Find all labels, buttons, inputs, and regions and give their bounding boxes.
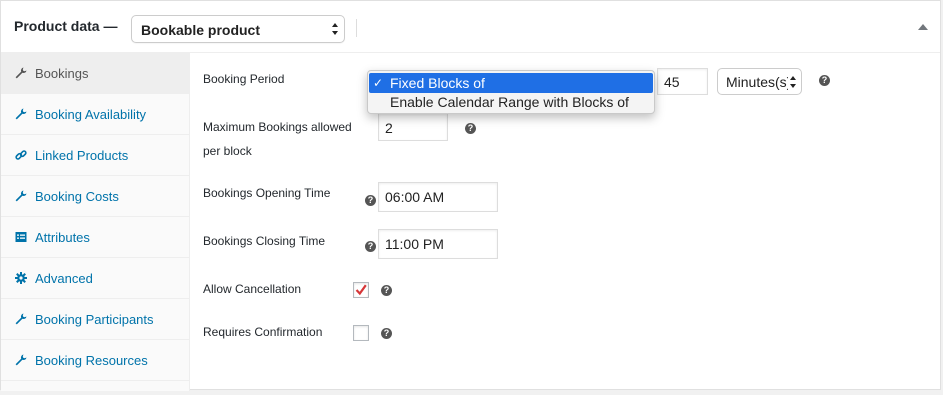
wrench-icon [15, 67, 27, 79]
max-bookings-help-icon[interactable]: ? [465, 123, 476, 134]
panel-header: Product data — Bookable product [1, 1, 940, 53]
tab-label: Booking Availability [35, 107, 147, 122]
tab-booking-resources[interactable]: Booking Resources [1, 340, 190, 381]
booking-period-dropdown[interactable]: ✓ Fixed Blocks of Enable Calendar Range … [367, 70, 655, 114]
tab-booking-availability[interactable]: Booking Availability [1, 94, 190, 135]
max-bookings-value: 2 [385, 120, 393, 136]
tab-booking-costs[interactable]: Booking Costs [1, 176, 190, 217]
tab-advanced[interactable]: Advanced [1, 258, 190, 299]
tab-label: Booking Costs [35, 189, 119, 204]
tab-label: Advanced [35, 271, 93, 286]
booking-period-help-icon[interactable]: ? [819, 75, 830, 86]
tab-bookings[interactable]: Bookings [1, 53, 190, 94]
tab-label: Attributes [35, 230, 90, 245]
opening-time-label: Bookings Opening Time [203, 186, 331, 200]
header-divider [356, 19, 357, 37]
closing-time-label: Bookings Closing Time [203, 234, 326, 248]
link-icon [15, 150, 27, 160]
booking-duration-value: 45 [664, 74, 680, 90]
allow-cancellation-help-icon[interactable]: ? [381, 285, 392, 296]
wrench-icon [15, 354, 27, 366]
requires-confirmation-checkbox[interactable] [353, 325, 369, 341]
max-bookings-label: Maximum Bookings allowed [203, 120, 352, 134]
product-data-tabs: Bookings Booking Availability Linked Pro… [1, 53, 190, 391]
booking-duration-input[interactable]: 45 [657, 68, 708, 95]
closing-time-value: 11:00 PM [385, 236, 444, 252]
tab-label: Booking Participants [35, 312, 154, 327]
selected-check-icon: ✓ [373, 76, 384, 90]
select-arrows-icon [332, 23, 338, 35]
collapse-toggle-icon[interactable] [918, 23, 928, 31]
panel-title: Product data — [14, 18, 118, 34]
booking-unit-select[interactable]: Minutes(s) [717, 68, 802, 95]
allow-cancellation-checkbox[interactable] [353, 282, 369, 298]
allow-cancellation-label: Allow Cancellation [203, 282, 302, 296]
booking-period-option-fixed[interactable]: ✓ Fixed Blocks of [369, 73, 653, 93]
tab-linked-products[interactable]: Linked Products [1, 135, 190, 176]
tab-label: Linked Products [35, 148, 129, 163]
option-label: Fixed Blocks of [390, 75, 485, 91]
tab-attributes[interactable]: Attributes [1, 217, 190, 258]
booking-unit-value: Minutes(s) [726, 74, 788, 90]
list-icon [15, 232, 27, 242]
option-label: Enable Calendar Range with Blocks of [390, 94, 629, 110]
gear-icon [15, 272, 27, 284]
booking-period-option-calendar-range[interactable]: Enable Calendar Range with Blocks of [369, 92, 653, 112]
wrench-icon [15, 190, 27, 202]
product-type-select[interactable]: Bookable product [131, 15, 345, 43]
closing-time-input[interactable]: 11:00 PM [378, 229, 498, 259]
max-bookings-label-cont: per block [203, 144, 252, 158]
max-bookings-input[interactable]: 2 [378, 113, 448, 141]
requires-confirmation-label: Requires Confirmation [203, 325, 323, 339]
opening-time-value: 06:00 AM [385, 189, 445, 205]
wrench-icon [15, 313, 27, 325]
tab-label: Booking Resources [35, 353, 148, 368]
closing-time-help-icon[interactable]: ? [365, 241, 376, 252]
product-data-panel: Product data — Bookable product Bookings… [0, 0, 941, 391]
product-type-value: Bookable product [141, 22, 261, 38]
booking-period-label: Booking Period [203, 72, 285, 86]
requires-confirmation-help-icon[interactable]: ? [381, 328, 392, 339]
wrench-icon [15, 108, 27, 120]
tab-label: Bookings [35, 66, 89, 81]
opening-time-input[interactable]: 06:00 AM [378, 182, 498, 212]
checkmark-icon [355, 284, 367, 296]
opening-time-help-icon[interactable]: ? [365, 195, 376, 206]
tab-booking-participants[interactable]: Booking Participants [1, 299, 190, 340]
select-arrows-icon [790, 76, 796, 88]
